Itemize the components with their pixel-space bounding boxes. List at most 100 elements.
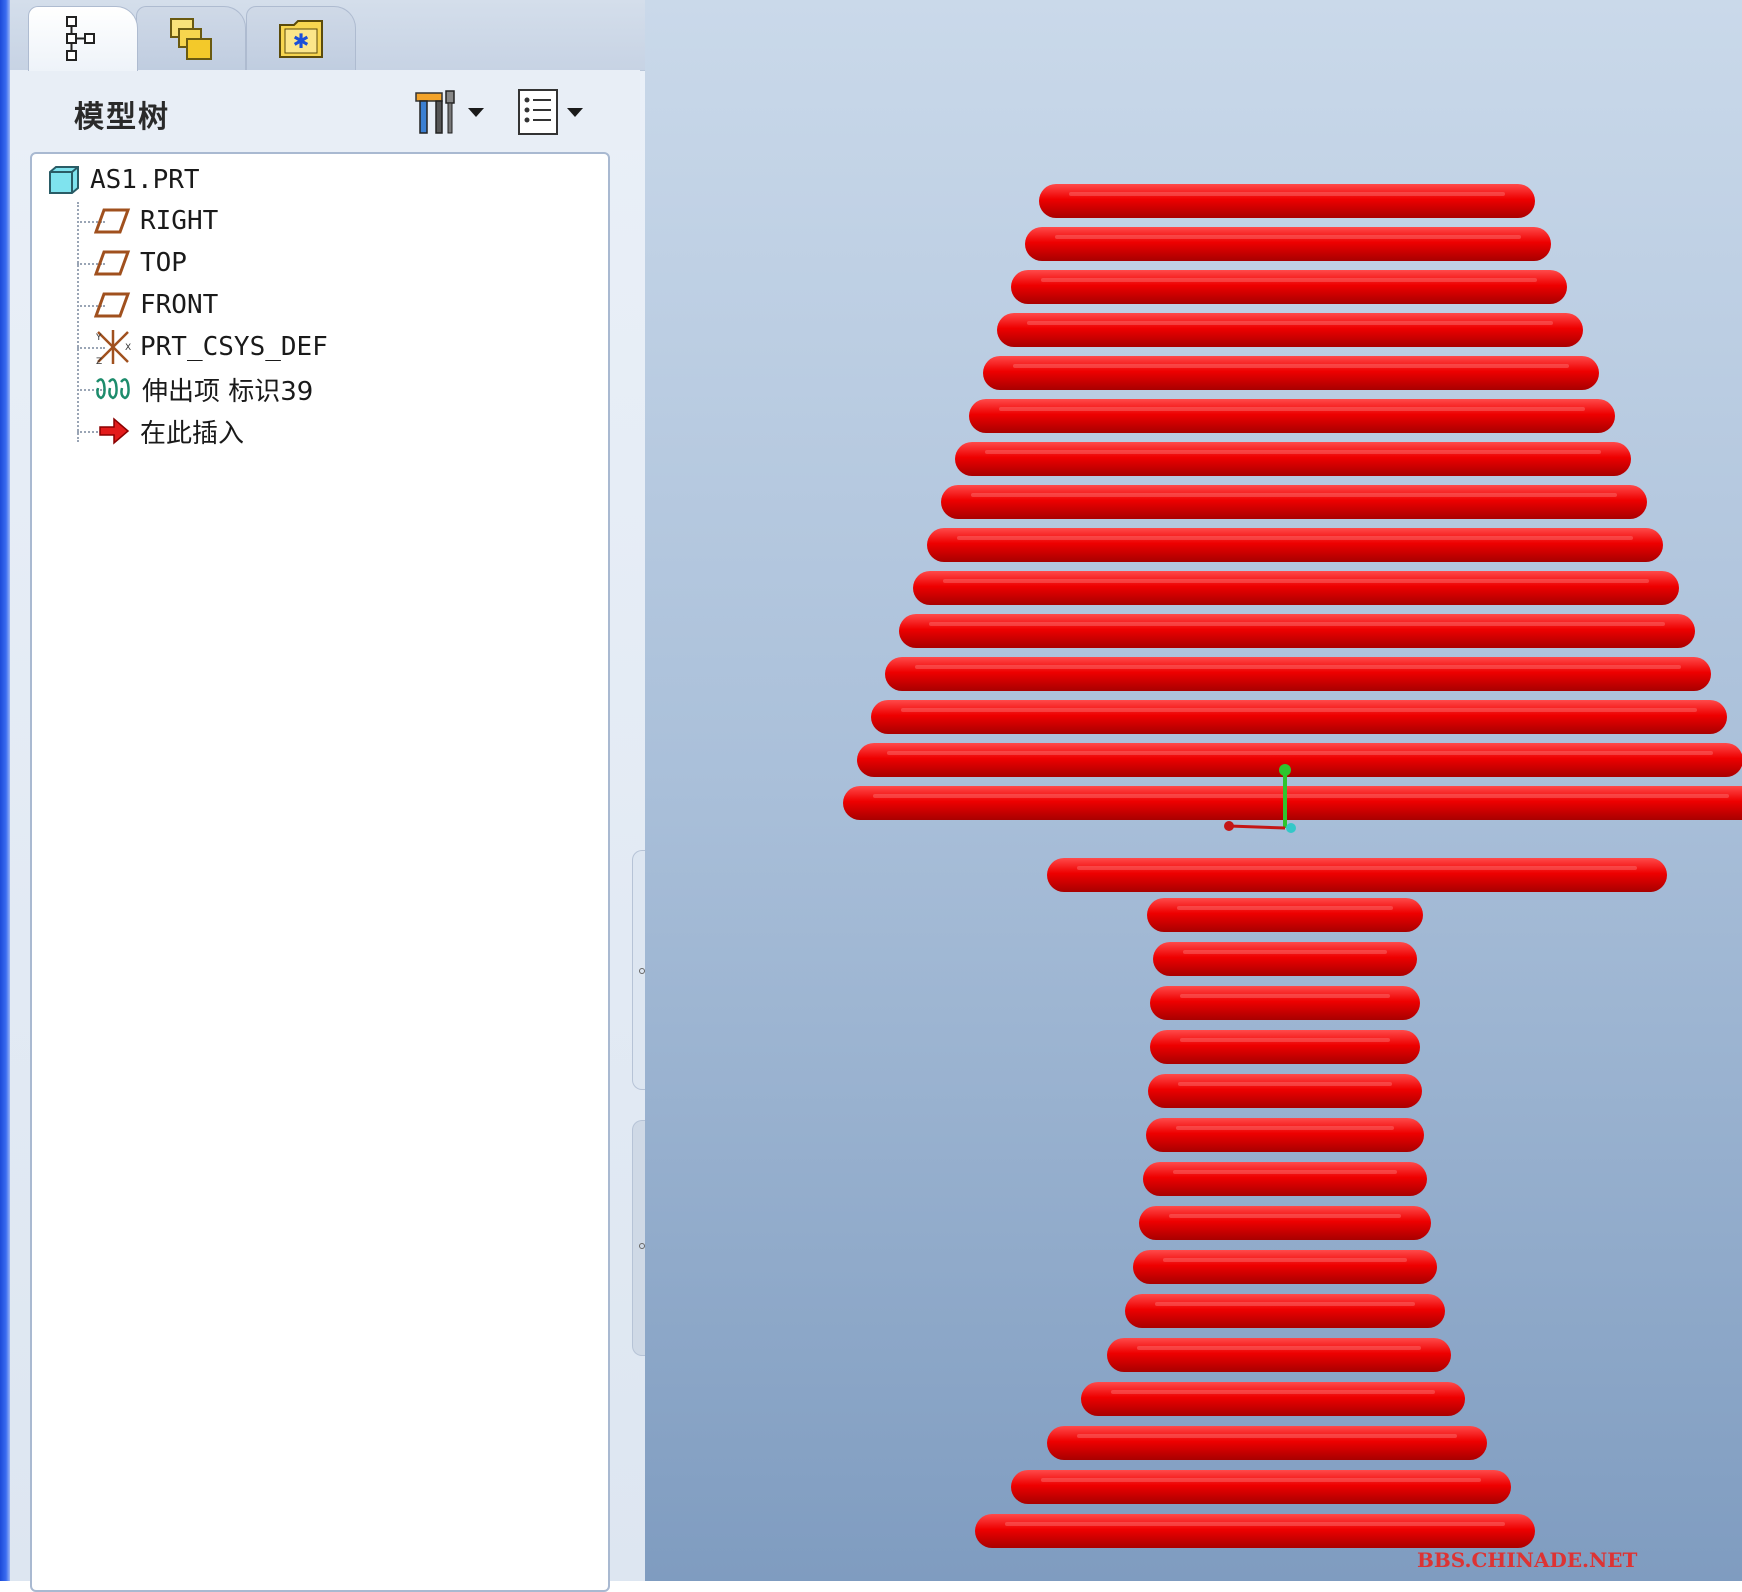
coil-highlight: [1155, 1302, 1415, 1306]
tree-item-protrusion[interactable]: 伸出项 标识39: [94, 369, 313, 409]
coil-turn: [1011, 1470, 1511, 1504]
settings-button[interactable]: [410, 84, 484, 140]
coil-highlight: [1111, 1390, 1435, 1394]
tree-item-insert-here[interactable]: 在此插入: [94, 411, 244, 451]
coil-highlight: [1077, 866, 1637, 870]
coil-turn: [1143, 1162, 1427, 1196]
coil-turn: [1153, 942, 1417, 976]
coil-highlight: [1180, 994, 1390, 998]
coil-highlight: [1177, 906, 1393, 910]
tree-item-top[interactable]: TOP: [94, 243, 187, 283]
coil-highlight: [971, 493, 1617, 497]
chevron-down-icon: [468, 107, 484, 117]
helix-lamp-model[interactable]: [645, 0, 1742, 1581]
show-button[interactable]: [515, 84, 583, 140]
tree-connector: [77, 202, 79, 442]
list-icon: [518, 89, 558, 135]
coil-highlight: [1180, 1038, 1390, 1042]
coil-highlight: [1069, 192, 1505, 196]
datum-plane-icon: [94, 208, 131, 234]
tree-root-label: AS1.PRT: [90, 165, 200, 195]
coil-highlight: [1178, 1082, 1392, 1086]
coil-highlight: [1077, 1434, 1457, 1438]
coil-turn: [843, 786, 1742, 820]
svg-text:✱: ✱: [293, 29, 310, 53]
tree-item-label: FRONT: [140, 290, 219, 320]
coil-highlight: [1176, 1126, 1394, 1130]
navigator-panel: ✱ 模型树 AS1.PRT RIGHT TOP FRONT Y X Z PRT_…: [10, 0, 652, 1592]
coil-turn: [1039, 184, 1535, 218]
coil-turn: [941, 485, 1647, 519]
coil-turn: [871, 700, 1727, 734]
favorites-icon: ✱: [279, 19, 323, 58]
coil-highlight: [1041, 278, 1537, 282]
model-tree-icon: [66, 16, 95, 61]
coil-turn: [969, 399, 1615, 433]
coil-turn: [1146, 1118, 1424, 1152]
coil-highlight: [1041, 1478, 1481, 1482]
insert-here-arrow-icon: [99, 417, 130, 445]
coil-turn: [1047, 858, 1667, 892]
tab-folder-browser[interactable]: [136, 6, 246, 70]
coil-highlight: [957, 536, 1633, 540]
tree-item-label: 伸出项 标识39: [142, 376, 314, 407]
tab-model-tree[interactable]: [28, 6, 138, 71]
coil-turn: [1081, 1382, 1465, 1416]
coil-highlight: [929, 622, 1665, 626]
coil-highlight: [999, 407, 1585, 411]
coil-turn: [913, 571, 1679, 605]
coil-turn: [885, 657, 1711, 691]
coil-turn: [1025, 227, 1551, 261]
tree-item-front[interactable]: FRONT: [94, 285, 218, 325]
tree-item-right[interactable]: RIGHT: [94, 201, 218, 241]
part-icon: [49, 166, 79, 194]
coil-highlight: [1183, 950, 1387, 954]
tree-item-label: TOP: [140, 248, 187, 278]
protrusion-icon: [96, 378, 130, 400]
coil-highlight: [915, 665, 1681, 669]
coil-highlight: [1173, 1170, 1397, 1174]
coil-highlight: [1013, 364, 1569, 368]
coil-highlight: [901, 708, 1697, 712]
coil-turn: [857, 743, 1742, 777]
tools-icon: [415, 90, 455, 134]
coil-highlight: [1055, 235, 1521, 239]
svg-text:Y: Y: [95, 333, 102, 343]
coil-turn: [1148, 1074, 1422, 1108]
coil-highlight: [943, 579, 1649, 583]
window-border: [0, 0, 10, 1581]
tree-item-label: 在此插入: [140, 418, 245, 449]
chevron-down-icon: [567, 107, 583, 117]
coil-highlight: [1137, 1346, 1421, 1350]
coil-highlight: [887, 751, 1713, 755]
coil-highlight: [1005, 1522, 1505, 1526]
coil-turn: [1107, 1338, 1451, 1372]
coil-turn: [1150, 986, 1420, 1020]
svg-text:Z: Z: [96, 357, 102, 366]
panel-header: 模型树: [10, 70, 640, 150]
graphics-viewport[interactable]: BBS.CHINADE.NET: [645, 0, 1742, 1581]
tab-favorites[interactable]: ✱: [246, 6, 356, 70]
coil-turn: [1147, 898, 1423, 932]
coil-turn: [975, 1514, 1535, 1548]
coil-turn: [983, 356, 1599, 390]
coil-turn: [1125, 1294, 1445, 1328]
coordinate-system-icon: Y X Z: [95, 330, 131, 366]
coil-turn: [1011, 270, 1567, 304]
coil-turn: [955, 442, 1631, 476]
coil-turn: [927, 528, 1663, 562]
model-tree: AS1.PRT RIGHT TOP FRONT Y X Z PRT_CSYS_D…: [30, 152, 610, 1592]
datum-plane-icon: [94, 292, 131, 318]
coil-highlight: [1027, 321, 1553, 325]
tree-root[interactable]: AS1.PRT: [46, 160, 200, 200]
tree-item-label: RIGHT: [140, 206, 219, 236]
coil-turn: [1150, 1030, 1420, 1064]
coil-highlight: [1169, 1214, 1401, 1218]
coil-turn: [997, 313, 1583, 347]
coil-highlight: [985, 450, 1601, 454]
folder-browser-icon: [170, 17, 212, 60]
panel-title: 模型树: [74, 100, 170, 135]
coil-turn: [1047, 1426, 1487, 1460]
coil-turn: [899, 614, 1695, 648]
tree-item-csys[interactable]: Y X Z PRT_CSYS_DEF: [94, 327, 328, 367]
